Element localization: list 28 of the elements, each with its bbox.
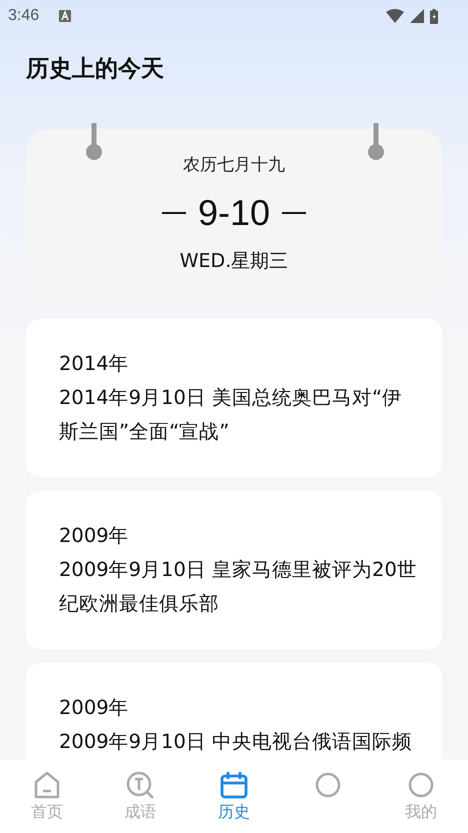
battery-icon xyxy=(430,8,438,24)
wifi-icon xyxy=(386,9,404,23)
weekday-text: WED.星期三 xyxy=(180,249,288,274)
event-year: 2009年 xyxy=(59,695,130,721)
nav-tab[interactable]: 首页 xyxy=(0,760,94,833)
event-card[interactable]: 2014年 2014年9月10日 美国总统奥巴马对“伊斯兰国”全面“宣战” xyxy=(26,319,442,477)
pin-icon xyxy=(368,123,384,161)
dash-rule xyxy=(282,212,306,214)
nav-tab[interactable]: 成语 xyxy=(94,760,188,833)
event-text: 2009年9月10日 中央电视台俄语国际频 xyxy=(59,729,414,755)
nav-tab[interactable]: 历史 xyxy=(187,760,281,833)
event-text: 2014年9月10日 美国总统奥巴马对“伊斯兰国”全面“宣战” xyxy=(59,385,404,445)
page-title: 历史上的今天 xyxy=(26,54,164,84)
dash-rule xyxy=(162,212,186,214)
lunar-date: 农历七月十九 xyxy=(183,154,285,176)
event-card[interactable]: 2009年 2009年9月10日 中央电视台俄语国际频 xyxy=(26,663,442,760)
event-text: 2009年9月10日 皇家马德里被评为20世纪欧洲最佳俱乐部 xyxy=(59,557,418,617)
signal-icon xyxy=(410,9,424,23)
nav-tab[interactable]: 我的 xyxy=(374,760,468,833)
status-time: 3:46 xyxy=(8,7,40,25)
pin-icon xyxy=(86,123,102,161)
magnifier-icon xyxy=(125,770,156,800)
event-year: 2014年 xyxy=(59,351,130,377)
keyboard-notification-icon xyxy=(59,10,72,22)
date-text: 9-10 xyxy=(198,192,270,234)
calendar-icon xyxy=(218,770,249,800)
event-card[interactable]: 2009年 2009年9月10日 皇家马德里被评为20世纪欧洲最佳俱乐部 xyxy=(26,491,442,649)
event-year: 2009年 xyxy=(59,523,130,549)
